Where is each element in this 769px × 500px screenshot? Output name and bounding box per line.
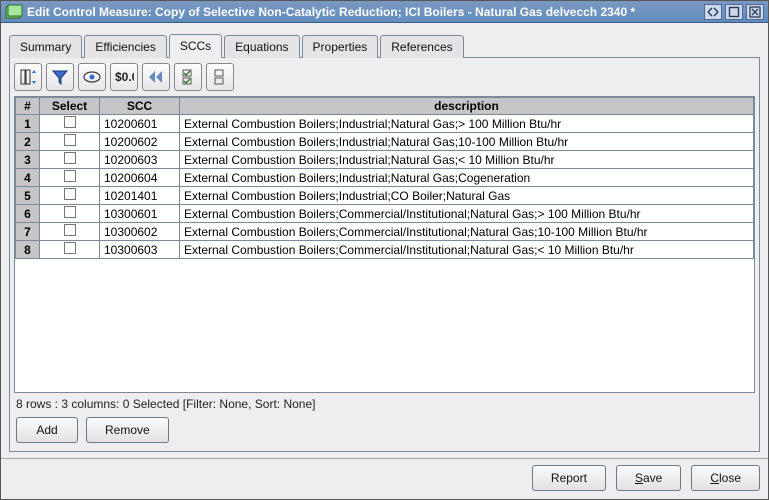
header-row: # Select SCC description: [16, 98, 754, 115]
table-row[interactable]: 7 10300602External Combustion Boilers;Com…: [16, 223, 754, 241]
content-area: Summary Efficiencies SCCs Equations Prop…: [1, 23, 768, 458]
checkbox-icon[interactable]: [64, 170, 76, 182]
close-window-button[interactable]: Close: [691, 465, 760, 491]
col-rownum[interactable]: #: [16, 98, 40, 115]
close-rest: lose: [719, 471, 741, 485]
row-num: 3: [16, 151, 40, 169]
row-select-cell[interactable]: [40, 169, 100, 187]
row-description: External Combustion Boilers;Commercial/I…: [180, 223, 754, 241]
save-mnemonic: S: [635, 471, 643, 485]
first-button[interactable]: [142, 63, 170, 91]
row-description: External Combustion Boilers;Industrial;N…: [180, 169, 754, 187]
footer-bar: Report Save Close: [1, 458, 768, 499]
tab-equations[interactable]: Equations: [224, 35, 299, 58]
row-description: External Combustion Boilers;Commercial/I…: [180, 241, 754, 259]
grid-status: 8 rows : 3 columns: 0 Selected [Filter: …: [14, 393, 755, 413]
col-scc[interactable]: SCC: [100, 98, 180, 115]
sub-button-row: Add Remove: [14, 413, 755, 447]
tab-efficiencies[interactable]: Efficiencies: [84, 35, 166, 58]
row-description: External Combustion Boilers;Industrial;N…: [180, 115, 754, 133]
window-title: Edit Control Measure: Copy of Selective …: [27, 5, 701, 19]
table-row[interactable]: 1 10200601External Combustion Boilers;Ind…: [16, 115, 754, 133]
row-select-cell[interactable]: [40, 205, 100, 223]
col-description[interactable]: description: [180, 98, 754, 115]
row-description: External Combustion Boilers;Industrial;N…: [180, 133, 754, 151]
row-description: External Combustion Boilers;Industrial;N…: [180, 151, 754, 169]
checkbox-icon[interactable]: [64, 242, 76, 254]
tab-references[interactable]: References: [380, 35, 463, 58]
row-select-cell[interactable]: [40, 187, 100, 205]
row-num: 4: [16, 169, 40, 187]
row-scc: 10200601: [100, 115, 180, 133]
tab-summary[interactable]: Summary: [9, 35, 82, 58]
save-button[interactable]: Save: [616, 465, 681, 491]
row-scc: 10200602: [100, 133, 180, 151]
show-hide-button[interactable]: [78, 63, 106, 91]
row-scc: 10300602: [100, 223, 180, 241]
row-scc: 10201401: [100, 187, 180, 205]
add-button[interactable]: Add: [16, 417, 78, 443]
checkbox-icon[interactable]: [64, 206, 76, 218]
row-scc: 10200604: [100, 169, 180, 187]
grid-wrap: # Select SCC description 110200601Extern…: [14, 96, 755, 393]
save-rest: ave: [643, 471, 662, 485]
row-select-cell[interactable]: [40, 223, 100, 241]
row-select-cell[interactable]: [40, 241, 100, 259]
row-num: 2: [16, 133, 40, 151]
close-button[interactable]: [746, 4, 764, 20]
sort-columns-button[interactable]: [14, 63, 42, 91]
row-num: 8: [16, 241, 40, 259]
maximize-button[interactable]: [725, 4, 743, 20]
row-description: External Combustion Boilers;Commercial/I…: [180, 205, 754, 223]
table-row[interactable]: 3 10200603External Combustion Boilers;Ind…: [16, 151, 754, 169]
clear-all-button[interactable]: [206, 63, 234, 91]
report-button[interactable]: Report: [532, 465, 606, 491]
table-row[interactable]: 8 10300603External Combustion Boilers;Com…: [16, 241, 754, 259]
window: Edit Control Measure: Copy of Selective …: [0, 0, 769, 500]
checkbox-icon[interactable]: [64, 116, 76, 128]
tab-pane: $0.00 # S: [9, 57, 760, 452]
grid-toolbar: $0.00: [14, 62, 755, 96]
select-all-button[interactable]: [174, 63, 202, 91]
row-select-cell[interactable]: [40, 151, 100, 169]
checkbox-icon[interactable]: [64, 134, 76, 146]
col-select[interactable]: Select: [40, 98, 100, 115]
row-select-cell[interactable]: [40, 133, 100, 151]
checkbox-icon[interactable]: [64, 224, 76, 236]
tab-sccs[interactable]: SCCs: [169, 34, 222, 58]
table-row[interactable]: 2 10200602External Combustion Boilers;Ind…: [16, 133, 754, 151]
row-description: External Combustion Boilers;Industrial;C…: [180, 187, 754, 205]
checkbox-icon[interactable]: [64, 152, 76, 164]
tab-row: Summary Efficiencies SCCs Equations Prop…: [9, 33, 760, 57]
app-icon: [5, 4, 23, 20]
row-num: 7: [16, 223, 40, 241]
row-num: 5: [16, 187, 40, 205]
close-mnemonic: C: [710, 471, 719, 485]
svg-text:$0.00: $0.00: [115, 70, 134, 84]
title-bar: Edit Control Measure: Copy of Selective …: [1, 1, 768, 23]
row-scc: 10300603: [100, 241, 180, 259]
format-button[interactable]: $0.00: [110, 63, 138, 91]
row-scc: 10300601: [100, 205, 180, 223]
tab-properties[interactable]: Properties: [302, 35, 379, 58]
table-row[interactable]: 5 10201401External Combustion Boilers;Ind…: [16, 187, 754, 205]
filter-button[interactable]: [46, 63, 74, 91]
data-grid[interactable]: # Select SCC description 110200601Extern…: [15, 97, 754, 392]
table-row[interactable]: 4 10200604External Combustion Boilers;Ind…: [16, 169, 754, 187]
row-num: 6: [16, 205, 40, 223]
table-row[interactable]: 6 10300601External Combustion Boilers;Com…: [16, 205, 754, 223]
checkbox-icon[interactable]: [64, 188, 76, 200]
row-num: 1: [16, 115, 40, 133]
remove-button[interactable]: Remove: [86, 417, 169, 443]
row-scc: 10200603: [100, 151, 180, 169]
row-select-cell[interactable]: [40, 115, 100, 133]
iconify-button[interactable]: [704, 4, 722, 20]
